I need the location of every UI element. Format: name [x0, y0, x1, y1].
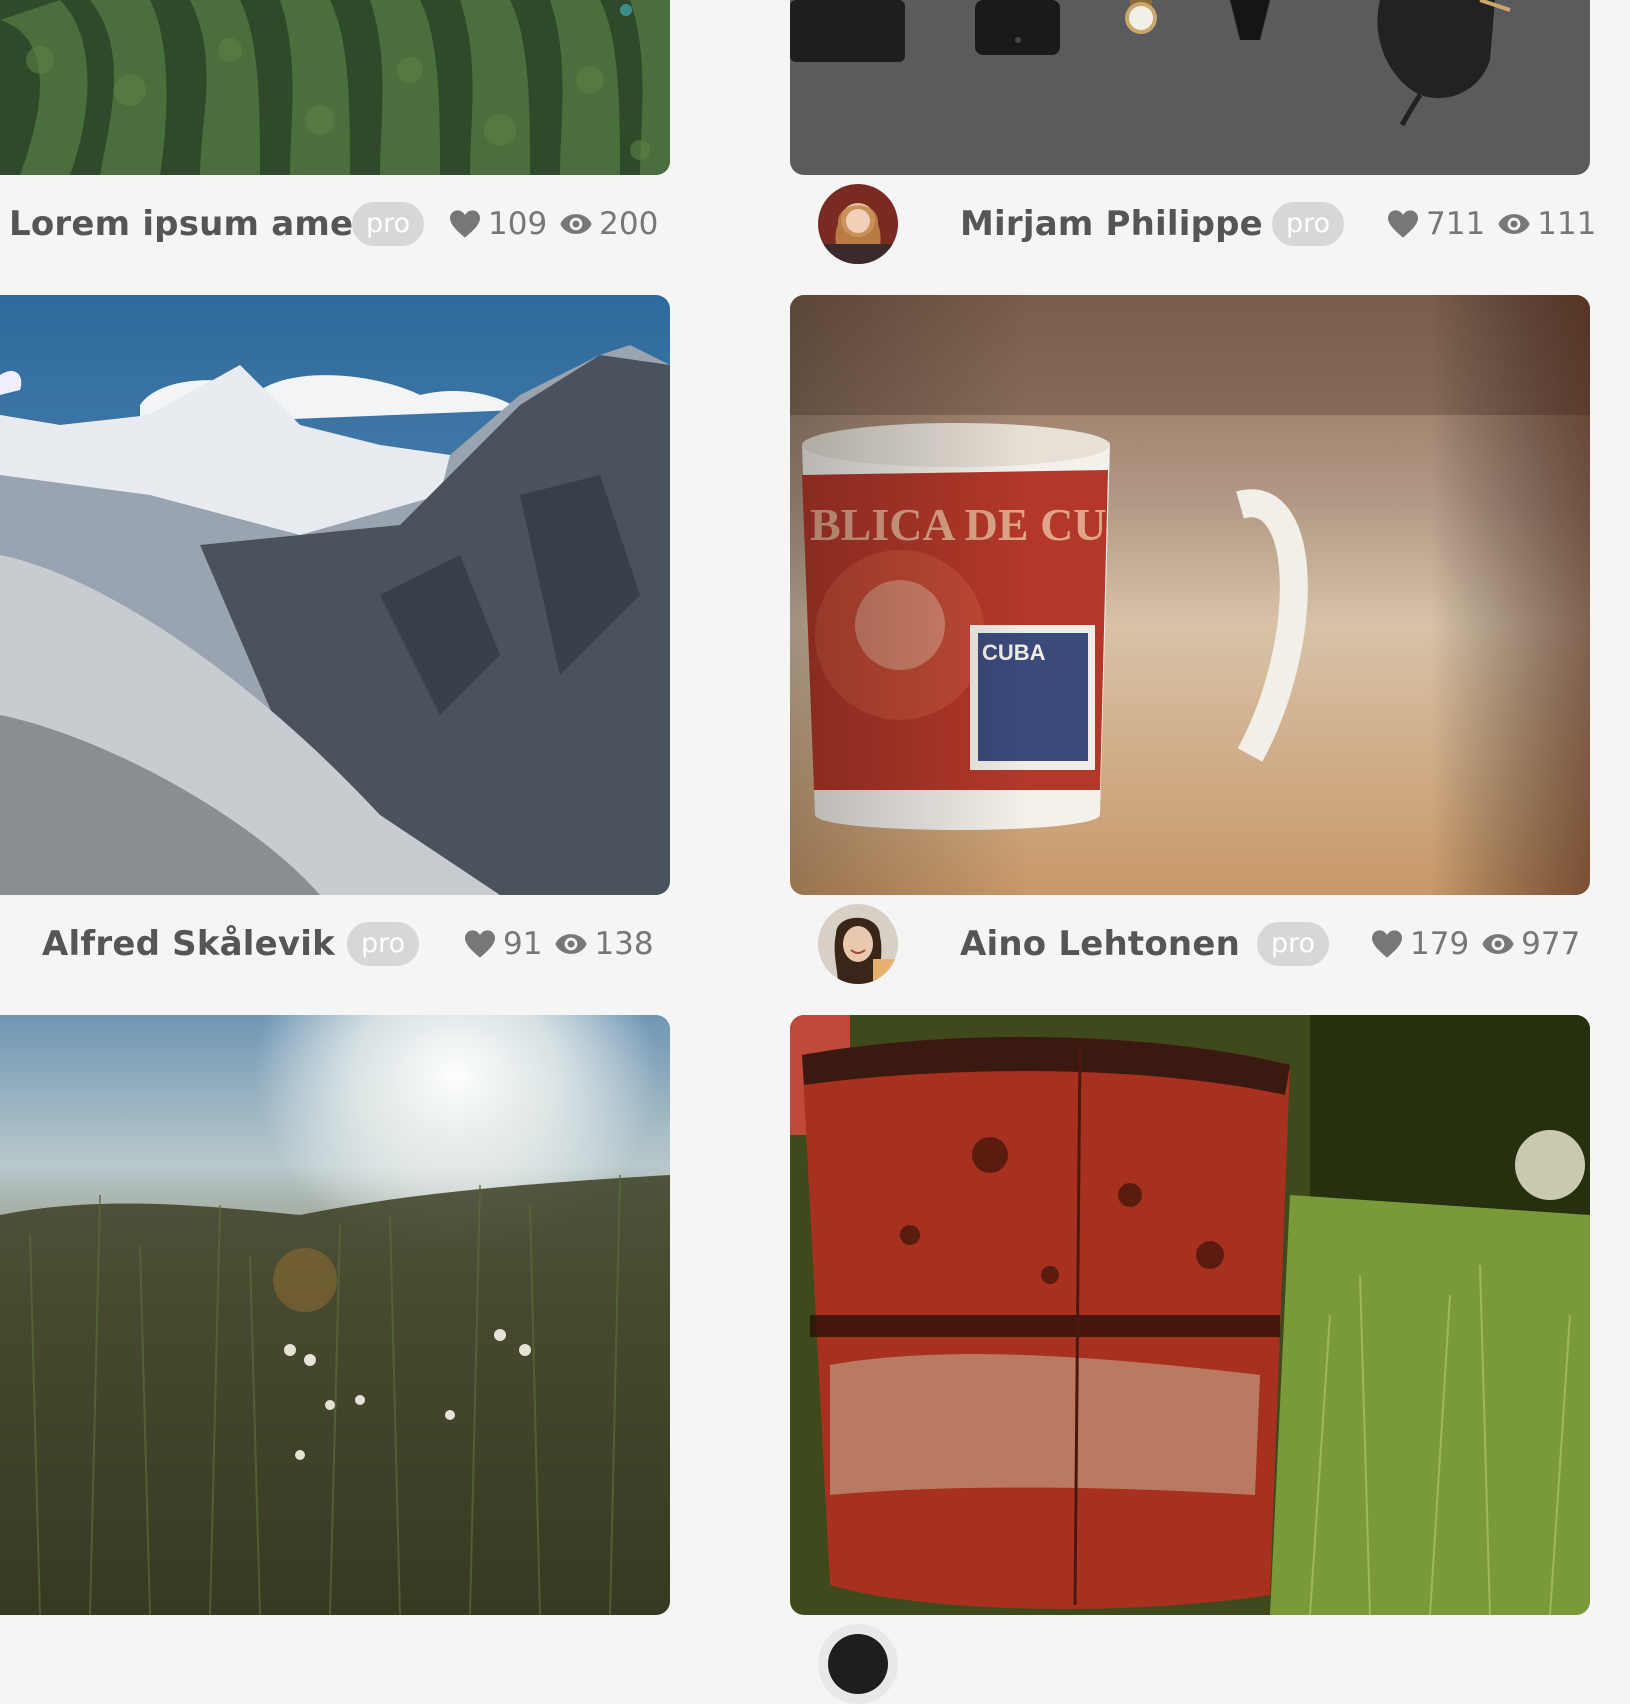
photographer-name[interactable]: Aino Lehtonen: [960, 904, 1240, 984]
heart-icon[interactable]: [448, 209, 482, 239]
photo-desk-gadgets[interactable]: [790, 0, 1590, 175]
card-meta: Aino Lehtonen pro 179 977: [790, 904, 1590, 984]
photo-title[interactable]: Lorem ipsum amet: [9, 184, 370, 264]
likes-count: 91: [503, 926, 543, 962]
views-count: 111: [1537, 206, 1597, 242]
pro-badge: pro: [1272, 202, 1345, 246]
photo-snowy-mountains[interactable]: [0, 295, 670, 895]
avatar[interactable]: [818, 1624, 898, 1704]
eye-icon[interactable]: [559, 209, 593, 239]
likes-count: 179: [1410, 926, 1470, 962]
eye-icon[interactable]: [1497, 209, 1531, 239]
stats: 109 200: [448, 184, 670, 264]
avatar[interactable]: [818, 904, 898, 984]
likes-count: 109: [488, 206, 548, 242]
card-meta: Mirjam Philippe pro 711 111: [790, 184, 1596, 264]
avatar[interactable]: [818, 184, 898, 264]
heart-icon[interactable]: [1386, 209, 1420, 239]
pro-badge: pro: [1257, 922, 1330, 966]
likes-count: 711: [1426, 206, 1486, 242]
photo-cuba-mug[interactable]: BLICA DE CU CUBA: [790, 295, 1590, 895]
stats: 179 977: [1370, 904, 1592, 984]
pro-badge: pro: [352, 202, 425, 246]
card-meta: Alfred Skålevik pro 91 138: [0, 904, 670, 984]
photographer-name[interactable]: Mirjam Philippe: [960, 184, 1263, 264]
photographer-name[interactable]: Alfred Skålevik: [42, 904, 335, 984]
heart-icon[interactable]: [1370, 929, 1404, 959]
views-count: 138: [594, 926, 654, 962]
photo-rusty-barrel[interactable]: [790, 1015, 1590, 1615]
photo-tea-field[interactable]: [0, 0, 670, 175]
eye-icon[interactable]: [554, 929, 588, 959]
views-count: 200: [599, 206, 659, 242]
photo-meadow-flowers[interactable]: [0, 1015, 670, 1615]
stats: 91 138: [463, 904, 666, 984]
heart-icon[interactable]: [463, 929, 497, 959]
stats: 711 111: [1386, 184, 1608, 264]
pro-badge: pro: [347, 922, 420, 966]
eye-icon[interactable]: [1481, 929, 1515, 959]
views-count: 977: [1521, 926, 1581, 962]
card-meta: Lorem ipsum amet pro 109 200: [0, 184, 670, 264]
